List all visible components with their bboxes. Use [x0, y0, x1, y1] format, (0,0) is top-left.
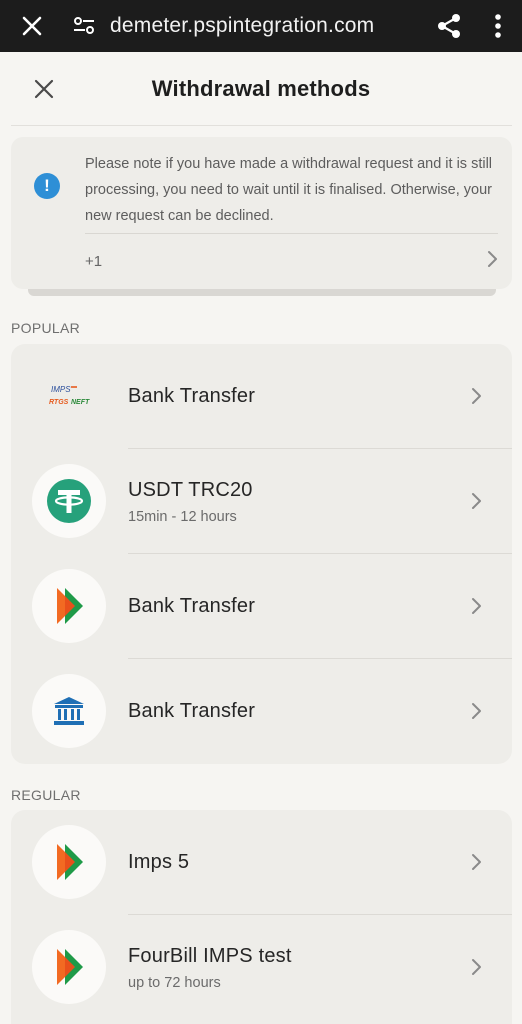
bhim-logo: [32, 569, 106, 643]
method-title: FourBill IMPS test: [128, 944, 292, 967]
method-row-bank-transfer-bhim[interactable]: Bank Transfer: [11, 554, 512, 659]
chevron-right-icon: [466, 491, 486, 511]
bhim-logo: [32, 930, 106, 1004]
more-vert-icon[interactable]: [474, 0, 522, 52]
browser-toolbar: demeter.pspintegration.com: [0, 0, 522, 52]
method-row-usdt-trc20[interactable]: USDT TRC20 15min - 12 hours: [11, 449, 512, 554]
chevron-right-icon: [486, 250, 498, 273]
method-title: Bank Transfer: [128, 595, 256, 617]
chevron-right-icon: [466, 957, 486, 977]
section-label-popular: POPULAR: [11, 320, 81, 336]
regular-methods-list: Imps 5 FourBill IMPS test up to 72 hours: [11, 810, 512, 1024]
share-icon[interactable]: [424, 0, 474, 52]
method-title: Bank Transfer: [128, 700, 256, 722]
method-title: Bank Transfer: [128, 385, 256, 407]
site-settings-icon[interactable]: [64, 0, 104, 52]
notice-more-label: +1: [85, 252, 103, 270]
browser-close-icon[interactable]: [0, 0, 64, 52]
info-icon: !: [34, 173, 60, 199]
notice-card: ! Please note if you have made a withdra…: [11, 137, 512, 289]
chevron-right-icon: [466, 701, 486, 721]
tether-logo: [32, 464, 106, 538]
method-row-bank-transfer-imps-neft[interactable]: IMPS RTGS NEFT Bank Transfer: [11, 344, 512, 449]
address-bar-url[interactable]: demeter.pspintegration.com: [104, 14, 424, 38]
chevron-right-icon: [466, 386, 486, 406]
method-row-fourbill-imps-test[interactable]: FourBill IMPS test up to 72 hours: [11, 915, 512, 1020]
chevron-right-icon: [466, 852, 486, 872]
notice-more-button[interactable]: +1: [85, 234, 498, 288]
imps-neft-logo: IMPS RTGS NEFT: [32, 359, 106, 433]
bank-building-icon: [32, 674, 106, 748]
method-processing-time: 15min - 12 hours: [128, 508, 237, 525]
chevron-right-icon: [466, 596, 486, 616]
page-header: Withdrawal methods: [0, 52, 522, 126]
close-icon[interactable]: [22, 72, 66, 106]
svg-text:RTGS: RTGS: [49, 399, 69, 406]
section-label-regular: REGULAR: [11, 787, 81, 803]
method-processing-time: up to 72 hours: [128, 974, 221, 991]
method-title: USDT TRC20: [128, 478, 253, 501]
svg-text:IMPS: IMPS: [51, 385, 71, 394]
method-row-imps-5[interactable]: Imps 5: [11, 810, 512, 915]
page-title: Withdrawal methods: [151, 76, 371, 101]
bhim-logo: [32, 825, 106, 899]
notice-text: Please note if you have made a withdrawa…: [85, 156, 493, 224]
header-divider: [11, 125, 512, 126]
method-row-bank-transfer-bank[interactable]: Bank Transfer: [11, 659, 512, 764]
popular-methods-list: IMPS RTGS NEFT Bank Transfer USDT TRC20: [11, 344, 512, 764]
method-title: Imps 5: [128, 851, 190, 873]
svg-text:NEFT: NEFT: [71, 399, 90, 406]
